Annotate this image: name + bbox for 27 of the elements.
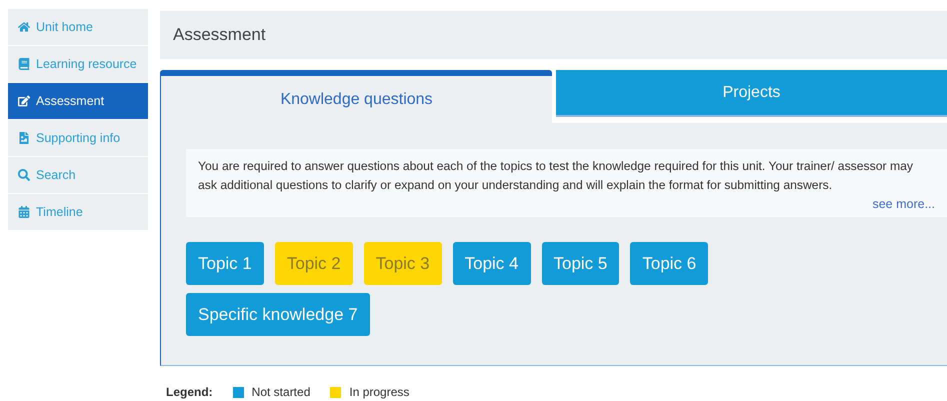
topic-button[interactable]: Specific knowledge 7 [186,293,370,336]
sidebar-item[interactable]: Timeline [8,194,148,230]
legend-label: Legend: [166,384,213,401]
tab[interactable]: Knowledge questions [160,70,552,123]
document-icon [18,132,30,144]
sidebar-item[interactable]: Supporting info [8,120,148,156]
sidebar-item[interactable]: Learning resource [8,46,148,82]
sidebar-item[interactable]: Assessment [8,83,148,119]
legend-text: Not started [252,384,310,401]
topic-button[interactable]: Topic 6 [630,242,708,286]
house-icon [18,21,30,33]
tab[interactable]: Projects [556,70,947,117]
topic-button[interactable]: Topic 4 [452,242,530,286]
search-icon [18,169,30,181]
see-more-link[interactable]: see more... [872,194,935,214]
description-text: You are required to answer questions about each of the topics to test the knowledge required for this unit. Your trainer/ assessor may ask additional questions to clarify or expand on your understanding and will explain the format for submitting answers. [198,158,914,194]
topic-button[interactable]: Topic 5 [542,242,620,286]
topic-button[interactable]: Topic 1 [186,242,264,286]
topic-button[interactable]: Topic 3 [364,242,442,286]
legend-text: In progress [349,384,410,401]
page-header: Assessment [160,11,947,60]
sidebar-item[interactable]: Search [8,157,148,193]
sidebar-item[interactable]: Unit home [8,9,148,45]
calendar-icon [18,206,30,218]
topic-button[interactable]: Topic 2 [274,242,353,286]
book-icon [18,58,30,70]
edit-icon [18,95,30,107]
